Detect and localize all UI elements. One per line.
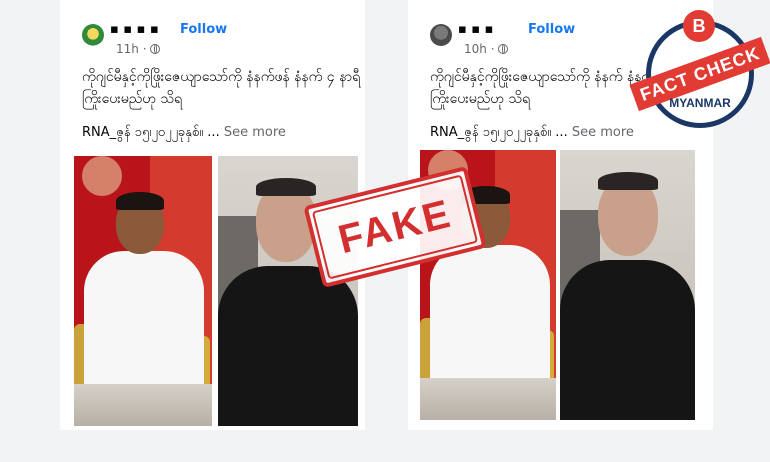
b-logo-icon: B bbox=[683, 10, 715, 42]
post-meta-text: RNA_ဇွန် ၁၅၊၂၀၂၂ခုနှစ်။ ... bbox=[82, 125, 220, 140]
post-meta: RNA_ဇွန် ၁၅၊၂၀၂၂ခုနှစ်။ ... See more bbox=[430, 124, 634, 143]
globe-icon bbox=[149, 44, 160, 54]
globe-icon bbox=[497, 44, 508, 54]
post-meta: RNA_ဇွန် ၁၅၊၂၀၂၂ခုနှစ်။ ... See more bbox=[82, 124, 286, 143]
fact-check-badge-logo: B FACT CHECK MYANMAR bbox=[629, 10, 770, 132]
author-name[interactable]: ▪ ▪ ▪ bbox=[458, 22, 493, 37]
post-timestamp[interactable]: 10h · bbox=[464, 42, 508, 56]
author-name[interactable]: ▪ ▪ ▪ ▪ bbox=[110, 22, 159, 37]
time-label: 11h · bbox=[116, 42, 147, 56]
post-meta-text: RNA_ဇွန် ၁၅၊၂၀၂၂ခုနှစ်။ ... bbox=[430, 125, 568, 140]
post-text: ကိုဂျင်မီနှင့်ကိုဖြိုးဇေယျာသော်ကို နံနက်… bbox=[82, 69, 361, 107]
follow-button[interactable]: Follow bbox=[528, 22, 575, 37]
post-timestamp[interactable]: 11h · bbox=[116, 42, 160, 56]
follow-button[interactable]: Follow bbox=[180, 22, 227, 37]
author-avatar[interactable] bbox=[82, 24, 104, 46]
author-avatar[interactable] bbox=[430, 24, 452, 46]
post-photo-man-black-shirt[interactable] bbox=[560, 150, 695, 420]
post-photo-man-black-shirt[interactable] bbox=[218, 156, 358, 426]
post-header: ▪ ▪ ▪ ▪ Follow 11h · bbox=[82, 0, 355, 58]
see-more-link[interactable]: See more bbox=[224, 125, 286, 140]
time-label: 10h · bbox=[464, 42, 495, 56]
myanmar-label: MYANMAR bbox=[669, 96, 731, 110]
post-photo-man-white-shirt[interactable] bbox=[74, 156, 212, 426]
see-more-link[interactable]: See more bbox=[572, 125, 634, 140]
